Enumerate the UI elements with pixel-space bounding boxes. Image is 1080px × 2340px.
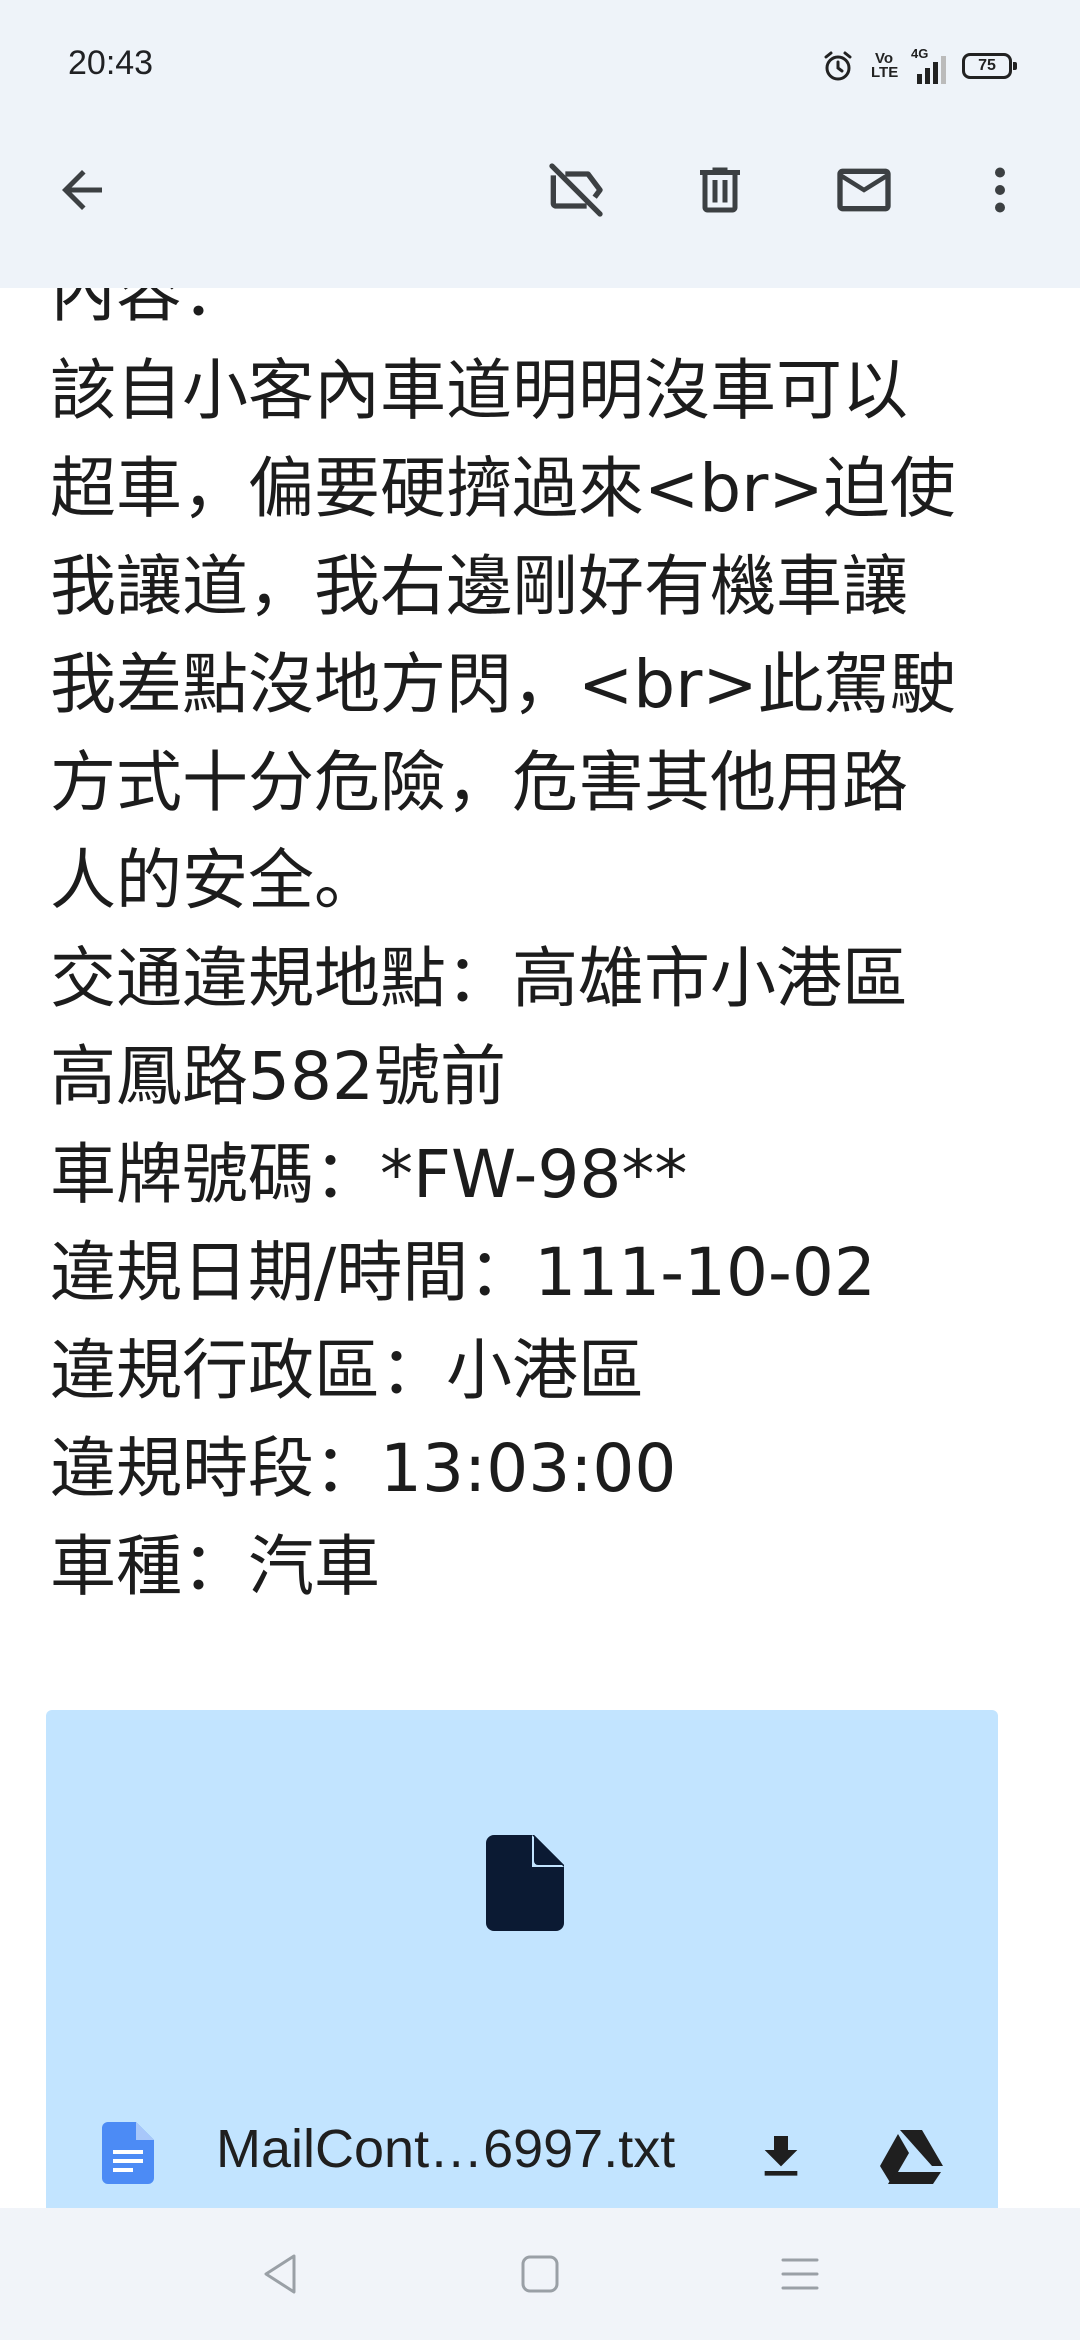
attachment-footer: MailCont…6997.txt [46, 2090, 998, 2210]
nav-back-icon [264, 2254, 296, 2294]
network-type: 4G [911, 46, 929, 61]
status-icons: Vo LTE 4G 75 [821, 44, 1017, 88]
nav-home-button[interactable] [510, 2244, 570, 2304]
label-off-icon [549, 163, 603, 217]
delete-icon [700, 167, 740, 213]
nav-back-button[interactable] [250, 2244, 310, 2304]
back-button[interactable] [22, 130, 142, 250]
file-preview-icon [486, 1835, 564, 1935]
message-line: 車種：汽車 [50, 1528, 380, 1605]
mark-unread-button[interactable] [804, 130, 924, 250]
download-icon [764, 2136, 798, 2176]
status-bar: 20:43 Vo LTE 4G 75 [0, 0, 1080, 130]
message-line: 違規日期/時間：111-10-02 [50, 1234, 876, 1311]
message-line: 交通違規地點：高雄市小港區 [50, 940, 908, 1017]
message-body: 內容： 該自小客內車道明明沒車可以 超車，偏要硬擠過來<br>迫使 我讓道，我右… [50, 288, 1040, 1616]
save-to-drive-button[interactable] [866, 2112, 956, 2202]
download-button[interactable] [736, 2112, 826, 2202]
text-document-icon [102, 2122, 154, 2188]
back-arrow-icon [62, 170, 102, 210]
message-line: 違規時段：13:03:00 [50, 1430, 677, 1507]
message-line: 該自小客內車道明明沒車可以 [50, 352, 908, 429]
attachment-file-name: MailCont…6997.txt [216, 2119, 676, 2179]
mail-icon [837, 168, 891, 212]
message-line: 我讓道，我右邊剛好有機車讓 [50, 548, 908, 625]
top-area: 20:43 Vo LTE 4G 75 [0, 0, 1080, 288]
message-line: 車牌號碼：*FW-98** [50, 1136, 688, 1213]
volte-icon: Vo LTE [871, 50, 899, 81]
more-vert-icon [995, 167, 1005, 213]
remove-label-button[interactable] [516, 130, 636, 250]
message-line: 超車，偏要硬擠過來<br>迫使 [50, 450, 956, 527]
message-line: 違規行政區：小港區 [50, 1332, 644, 1409]
toolbar [0, 130, 1080, 260]
nav-home-icon [521, 2255, 559, 2293]
nav-recents-button[interactable] [770, 2244, 830, 2304]
message-line: 高鳳路582號前 [50, 1038, 506, 1115]
message-line: 人的安全。 [50, 842, 380, 919]
signal-icon: 4G [911, 46, 946, 84]
message-line: 方式十分危險，危害其他用路 [50, 744, 908, 821]
system-navigation-bar [0, 2208, 1080, 2340]
battery-icon: 75 [962, 53, 1017, 79]
alarm-icon [821, 49, 855, 83]
nav-menu-icon [781, 2258, 819, 2290]
drive-icon [880, 2130, 943, 2184]
status-time: 20:43 [68, 44, 154, 82]
message-line: 我差點沒地方閃，<br>此駕駛 [50, 646, 956, 723]
attachment-card[interactable]: MailCont…6997.txt [46, 1710, 998, 2230]
message-line: 內容： [50, 288, 248, 331]
delete-button[interactable] [660, 130, 780, 250]
more-options-button[interactable] [940, 130, 1060, 250]
